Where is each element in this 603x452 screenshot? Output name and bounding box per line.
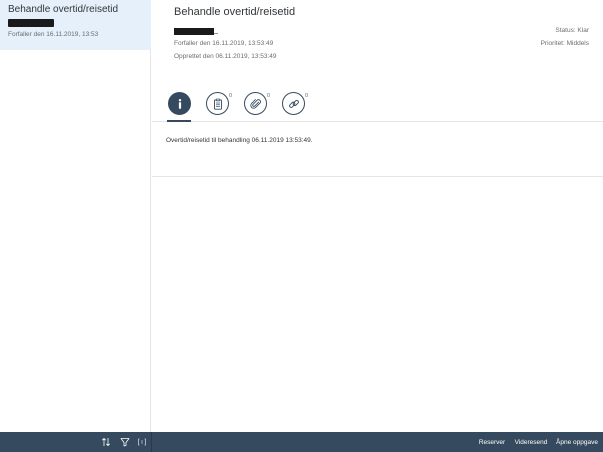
group-icon	[138, 438, 146, 446]
list-item-due-date: Forfaller den 16.11.2019, 13:53	[8, 31, 99, 38]
detail-footer: Reserver Videresend Åpne oppgave	[152, 432, 603, 452]
master-list: Behandle overtid/reisetid Forfaller den …	[0, 0, 151, 432]
info-icon	[178, 98, 181, 109]
forward-button[interactable]: Videresend	[511, 432, 551, 452]
divider	[152, 176, 603, 177]
tab-count: 0	[305, 93, 309, 99]
tab-info[interactable]	[167, 90, 193, 122]
forward-button-label: Videresend	[514, 438, 548, 446]
redacted-text	[174, 28, 214, 35]
redacted-text-tail	[214, 29, 218, 34]
filter-button[interactable]	[117, 432, 133, 452]
reserve-button[interactable]: Reserver	[474, 432, 510, 452]
list-item[interactable]: Behandle overtid/reisetid Forfaller den …	[0, 0, 151, 50]
reserve-button-label: Reserver	[478, 438, 506, 446]
sort-icon	[102, 437, 110, 447]
link-icon	[288, 99, 299, 108]
open-task-button-label: Åpne oppgave	[556, 438, 598, 446]
object-header: Behandle overtid/reisetid Forfaller den …	[152, 0, 603, 122]
due-date: Forfaller den 16.11.2019, 13:53:49	[174, 40, 274, 47]
detail-pane: Behandle overtid/reisetid Forfaller den …	[152, 0, 603, 432]
master-footer	[0, 432, 151, 452]
filter-icon	[120, 438, 130, 447]
sort-button[interactable]	[98, 432, 114, 452]
priority-label: Prioritet: Middels	[540, 40, 589, 47]
open-task-button[interactable]: Åpne oppgave	[553, 432, 601, 452]
tab-count: 0	[229, 93, 233, 99]
status-label: Status: Klar	[555, 27, 589, 34]
tab-notes[interactable]: 0	[205, 90, 233, 122]
task-description: Overtid/reisetid til behandling 06.11.20…	[166, 137, 313, 144]
page-title: Behandle overtid/reisetid	[174, 6, 296, 18]
created-date: Opprettet den 06.11.2019, 13:53:49	[174, 53, 277, 60]
attachment-icon	[249, 98, 261, 109]
list-item-title: Behandle overtid/reisetid	[8, 4, 119, 15]
tab-links[interactable]: 0	[281, 90, 309, 122]
clipboard-icon	[213, 98, 222, 110]
redacted-text	[8, 19, 54, 27]
tab-attachments[interactable]: 0	[243, 90, 271, 122]
tab-count: 0	[267, 93, 271, 99]
group-button[interactable]	[134, 432, 150, 452]
